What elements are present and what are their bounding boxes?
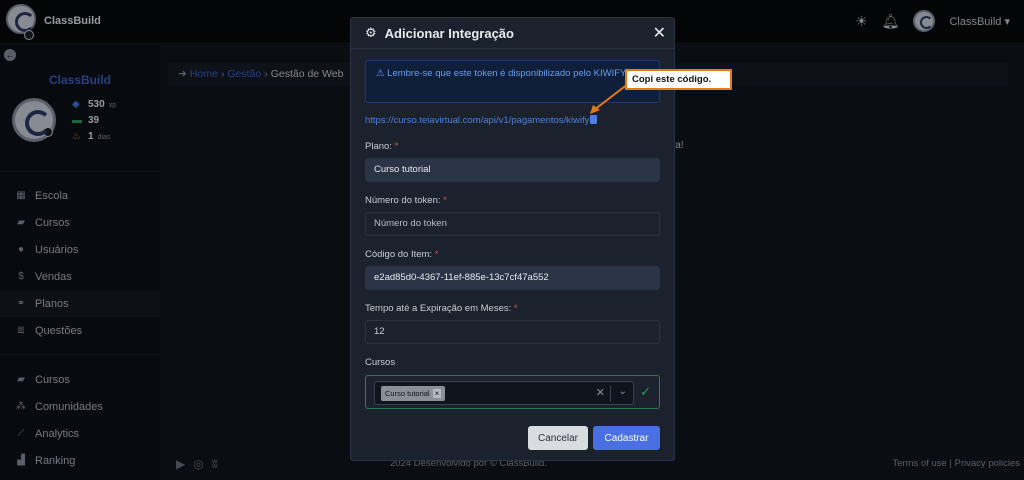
warning-icon: ⚠ xyxy=(376,68,385,79)
clear-icon[interactable]: ✕ xyxy=(596,386,605,399)
plano-field[interactable] xyxy=(365,158,660,182)
cursos-label: Cursos xyxy=(365,357,396,368)
chip-remove-icon[interactable]: × xyxy=(432,389,442,398)
token-label: Número do token: * xyxy=(365,195,447,206)
select-divider xyxy=(610,386,611,402)
plano-label: Plano: * xyxy=(365,141,399,152)
cursos-multiselect[interactable]: Curso tutorial × ✕ ⌄ ✓ xyxy=(365,375,660,409)
token-input[interactable] xyxy=(365,212,660,236)
chevron-down-icon[interactable]: ⌄ xyxy=(619,386,627,397)
cancel-button[interactable]: Cancelar xyxy=(528,426,588,450)
gears-icon: ⚙ xyxy=(365,25,377,40)
modal-title: Adicionar Integração xyxy=(384,25,514,41)
check-icon: ✓ xyxy=(640,384,651,399)
close-icon[interactable]: ✕ xyxy=(653,23,666,43)
tempo-input[interactable] xyxy=(365,320,660,344)
webhook-link[interactable]: https://curso.teiavirtual.com/api/v1/pag… xyxy=(365,115,598,126)
modal-header: ⚙ Adicionar Integração xyxy=(351,18,674,49)
item-field[interactable] xyxy=(365,266,660,290)
selected-chip: Curso tutorial × xyxy=(381,386,446,401)
cursos-select-box[interactable]: Curso tutorial × ✕ ⌄ xyxy=(374,381,634,405)
annotation-callout: Copi este código. xyxy=(625,69,732,90)
submit-button[interactable]: Cadastrar xyxy=(593,426,660,450)
item-label: Código do Item: * xyxy=(365,249,439,260)
tempo-label: Tempo até a Expiração em Meses: * xyxy=(365,303,518,314)
